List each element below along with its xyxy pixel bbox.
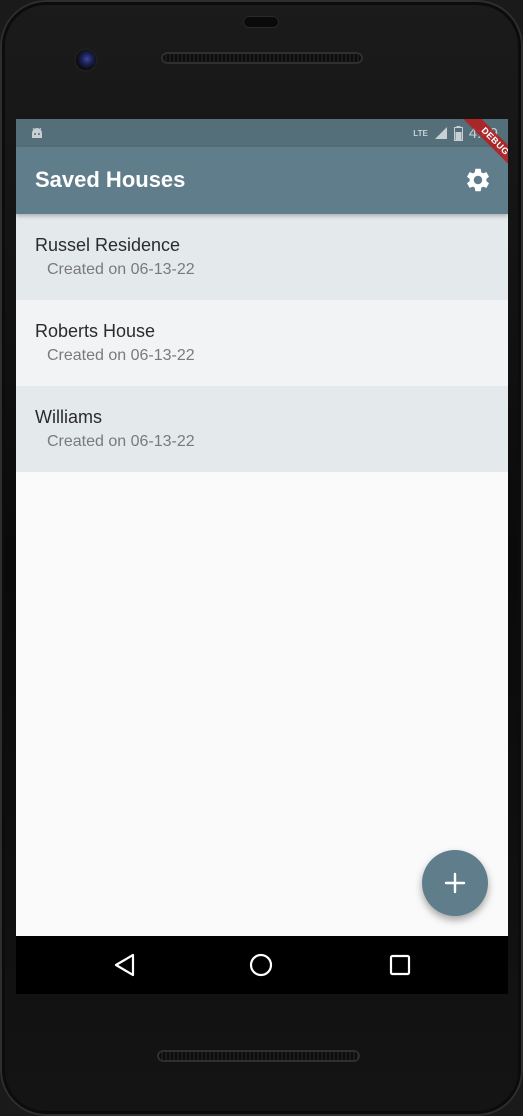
battery-icon — [453, 125, 463, 141]
page-title: Saved Houses — [35, 167, 186, 192]
network-type-label: LTE — [413, 128, 428, 138]
list-item[interactable]: Williams Created on 06-13-22 — [16, 386, 508, 472]
add-house-button[interactable] — [422, 850, 488, 916]
back-triangle-icon[interactable] — [112, 952, 138, 978]
system-nav-bar — [16, 936, 508, 994]
list-item[interactable]: Russel Residence Created on 06-13-22 — [16, 214, 508, 300]
status-bar: LTE 4:49 — [16, 119, 508, 147]
house-created-date: Created on 06-13-22 — [47, 433, 195, 450]
house-name: Russel Residence — [35, 235, 181, 255]
status-time: 4:49 — [468, 124, 498, 142]
signal-icon — [434, 127, 447, 139]
android-debug-icon — [32, 127, 42, 138]
top-speaker — [161, 52, 363, 64]
list-item[interactable]: Roberts House Created on 06-13-22 — [16, 300, 508, 386]
app-screen: LTE 4:49 Saved Houses DEBUG Russel Resid… — [16, 119, 508, 936]
notch — [243, 16, 279, 28]
house-name: Roberts House — [35, 321, 156, 341]
saved-houses-list: Russel Residence Created on 06-13-22 Rob… — [16, 214, 508, 472]
home-circle-icon[interactable] — [248, 952, 274, 978]
house-created-date: Created on 06-13-22 — [47, 347, 195, 364]
status-indicators: LTE 4:49 — [413, 123, 498, 143]
app-bar: Saved Houses — [16, 147, 508, 214]
house-name: Williams — [35, 407, 102, 427]
gear-icon[interactable] — [464, 166, 492, 194]
plus-icon — [444, 872, 466, 894]
bottom-speaker — [157, 1050, 360, 1062]
house-created-date: Created on 06-13-22 — [47, 261, 195, 278]
front-camera — [76, 50, 96, 70]
recents-square-icon[interactable] — [387, 952, 413, 978]
